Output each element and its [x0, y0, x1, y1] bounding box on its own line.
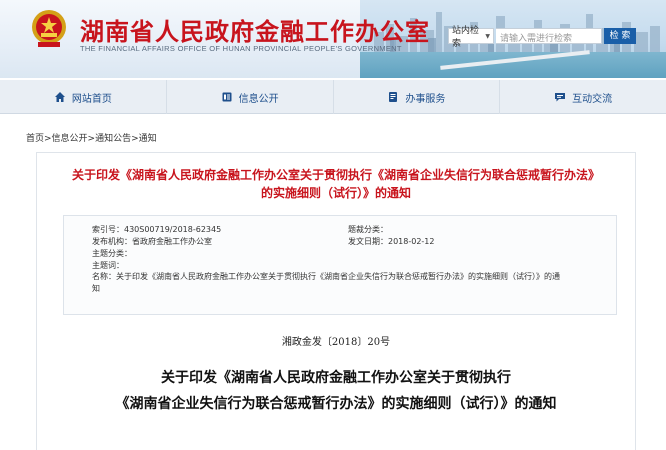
article-title-line: 关于印发《湖南省人民政府金融工作办公室关于贯彻执行《湖南省企业失信行为联合惩戒暂… — [71, 168, 600, 182]
chat-icon — [555, 93, 566, 102]
document-number: 湘政金发〔2018〕20号 — [281, 337, 391, 348]
nav-item-label: 互动交流 — [572, 93, 613, 105]
meta-name-line: 名称：关于印发《湖南省人民政府金融工作办公室关于贯彻执行《湖南省企业失信行为联合… — [92, 272, 560, 281]
meta-index-number: 索引号：430S00719/2018-62345 — [92, 224, 222, 234]
breadcrumb[interactable]: 首页>信息公开>通知公告>通知 — [26, 131, 157, 144]
meta-name: 名称：关于印发《湖南省人民政府金融工作办公室关于贯彻执行《湖南省企业失信行为联合… — [92, 271, 592, 295]
article-panel: 关于印发《湖南省人民政府金融工作办公室关于贯彻执行《湖南省企业失信行为联合惩戒暂… — [36, 152, 636, 450]
search-scope-select[interactable]: 站内检索 ▼ — [448, 26, 494, 49]
meta-topic-words: 主题词： — [92, 260, 124, 270]
document-heading-line: 《湖南省企业失信行为联合惩戒暂行办法》的实施细则（试行）》的通知 — [115, 396, 557, 412]
river-illustration — [360, 52, 666, 78]
chevron-down-icon: ▼ — [485, 32, 490, 40]
search-button[interactable]: 检 索 — [604, 28, 636, 44]
search-scope-label: 站内检索 — [452, 26, 480, 49]
site-title: 湖南省人民政府金融工作办公室 — [80, 18, 430, 46]
article-metadata-box: 索引号：430S00719/2018-62345 题裁分类： 发布机构：省政府金… — [63, 215, 617, 315]
nav-item-label: 网站首页 — [71, 93, 112, 105]
document-heading-line: 关于印发《湖南省人民政府金融工作办公室关于贯彻执行 — [161, 370, 511, 386]
document-heading: 关于印发《湖南省人民政府金融工作办公室关于贯彻执行 《湖南省企业失信行为联合惩戒… — [37, 365, 635, 417]
meta-issue-date: 发文日期：2018-02-12 — [348, 236, 435, 246]
home-icon — [54, 92, 65, 102]
nav-item-services[interactable]: 办事服务 — [334, 80, 501, 114]
nav-item-info-disclosure[interactable]: 信息公开 — [167, 80, 334, 114]
meta-issuer: 发布机构：省政府金融工作办公室 — [92, 236, 212, 246]
nav-item-interaction[interactable]: 互动交流 — [500, 80, 666, 114]
search-input[interactable]: 请输入需进行检索 — [496, 28, 602, 44]
service-icon — [389, 92, 398, 102]
header-banner: 湖南省人民政府金融工作办公室 THE FINANCIAL AFFAIRS OFF… — [0, 0, 666, 78]
meta-topic-category: 主题分类： — [92, 248, 132, 258]
article-title: 关于印发《湖南省人民政府金融工作办公室关于贯彻执行《湖南省企业失信行为联合惩戒暂… — [37, 153, 635, 202]
national-emblem-icon — [32, 10, 66, 47]
article-title-line: 的实施细则（试行）》的通知 — [260, 186, 411, 200]
document-icon — [222, 92, 232, 102]
nav-item-label: 办事服务 — [405, 93, 446, 105]
nav-item-label: 信息公开 — [238, 93, 279, 105]
search-bar: 站内检索 ▼ 请输入需进行检索 检 索 — [448, 26, 636, 49]
meta-name-line: 知 — [92, 284, 100, 293]
meta-category: 题裁分类： — [348, 224, 388, 234]
nav-item-home[interactable]: 网站首页 — [0, 80, 167, 114]
main-nav: 网站首页 信息公开 办事服务 互动交流 — [0, 80, 666, 114]
site-title-english: THE FINANCIAL AFFAIRS OFFICE OF HUNAN PR… — [80, 44, 402, 53]
